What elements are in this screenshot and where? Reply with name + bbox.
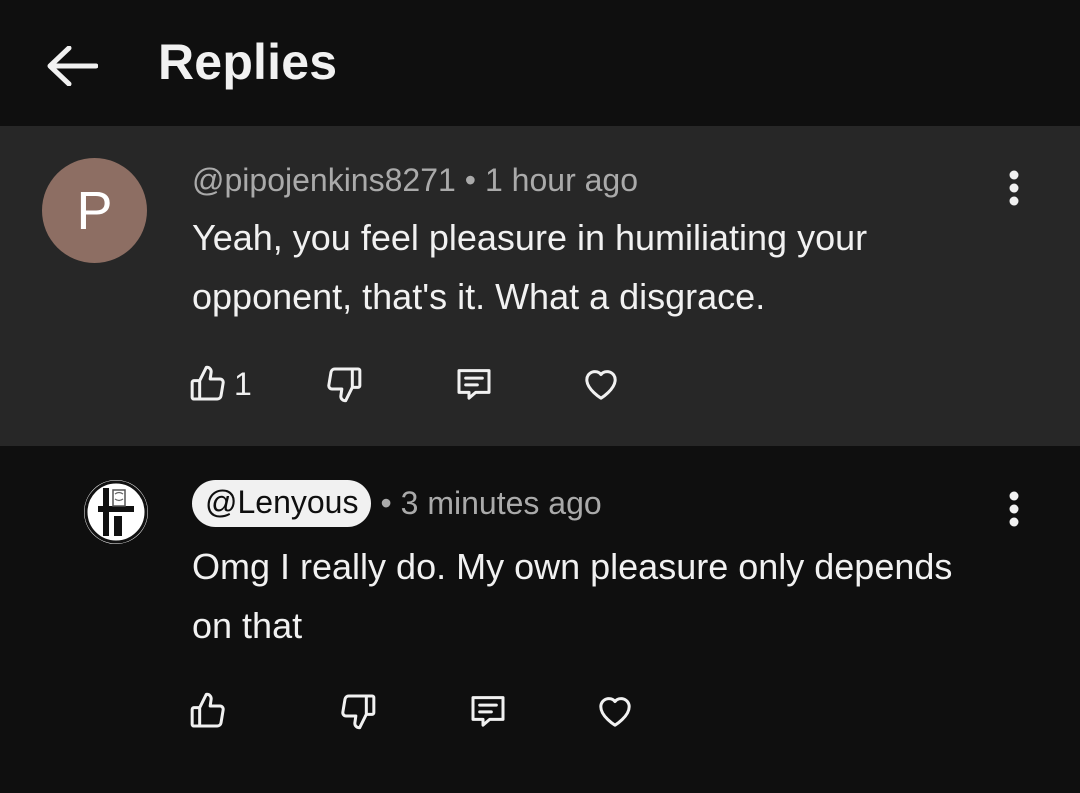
dislike-button[interactable] (338, 691, 378, 731)
comment-menu-button[interactable] (994, 481, 1034, 537)
comment-timestamp: 1 hour ago (484, 162, 638, 198)
comment-text: Yeah, you feel pleasure in humiliating y… (192, 217, 868, 317)
comment-author[interactable]: @Lenyous (192, 480, 372, 527)
reply-button[interactable] (454, 364, 494, 404)
heart-button[interactable] (594, 691, 636, 731)
thumbs-down-icon (341, 694, 376, 730)
comment-timestamp: 3 minutes ago (400, 485, 602, 521)
meta-separator: • (380, 485, 392, 521)
more-vertical-icon (1009, 170, 1019, 206)
app-header: Replies (0, 0, 1080, 126)
comment-menu-button[interactable] (994, 160, 1034, 216)
arrow-left-icon (47, 46, 98, 86)
parent-comment: P @pipojenkins8271 • 1 hour ago Yeah, yo… (0, 126, 1080, 446)
comment-text: Omg I really do. My own pleasure only de… (192, 546, 953, 646)
comment-actions: 1 (188, 358, 622, 410)
like-count: 1 (234, 365, 252, 402)
page-title: Replies (158, 34, 338, 90)
more-vertical-icon (1009, 491, 1019, 527)
thumbs-up-icon (190, 365, 225, 401)
avatar[interactable]: P (42, 158, 147, 263)
comment-author[interactable]: @pipojenkins8271 (192, 162, 456, 199)
comment-icon (471, 696, 505, 727)
heart-icon (599, 697, 631, 727)
comment-icon (457, 369, 491, 400)
meta-separator: • (464, 162, 476, 198)
reply-comment: @Lenyous • 3 minutes ago Omg I really do… (0, 446, 1080, 793)
like-button[interactable]: 1 (188, 364, 252, 404)
dislike-button[interactable] (324, 364, 364, 404)
avatar-image (84, 480, 148, 544)
thumbs-up-icon (190, 692, 225, 728)
heart-icon (585, 370, 617, 400)
reply-button[interactable] (468, 691, 508, 731)
thumbs-down-icon (327, 367, 362, 403)
back-button[interactable] (36, 30, 108, 102)
avatar[interactable] (84, 480, 148, 544)
like-button[interactable] (188, 691, 228, 731)
comment-actions (188, 685, 636, 737)
avatar-letter: P (76, 180, 113, 241)
comment-meta: @Lenyous • 3 minutes ago (192, 480, 602, 527)
heart-button[interactable] (580, 364, 622, 404)
comment-meta: @pipojenkins8271 • 1 hour ago (192, 162, 638, 199)
